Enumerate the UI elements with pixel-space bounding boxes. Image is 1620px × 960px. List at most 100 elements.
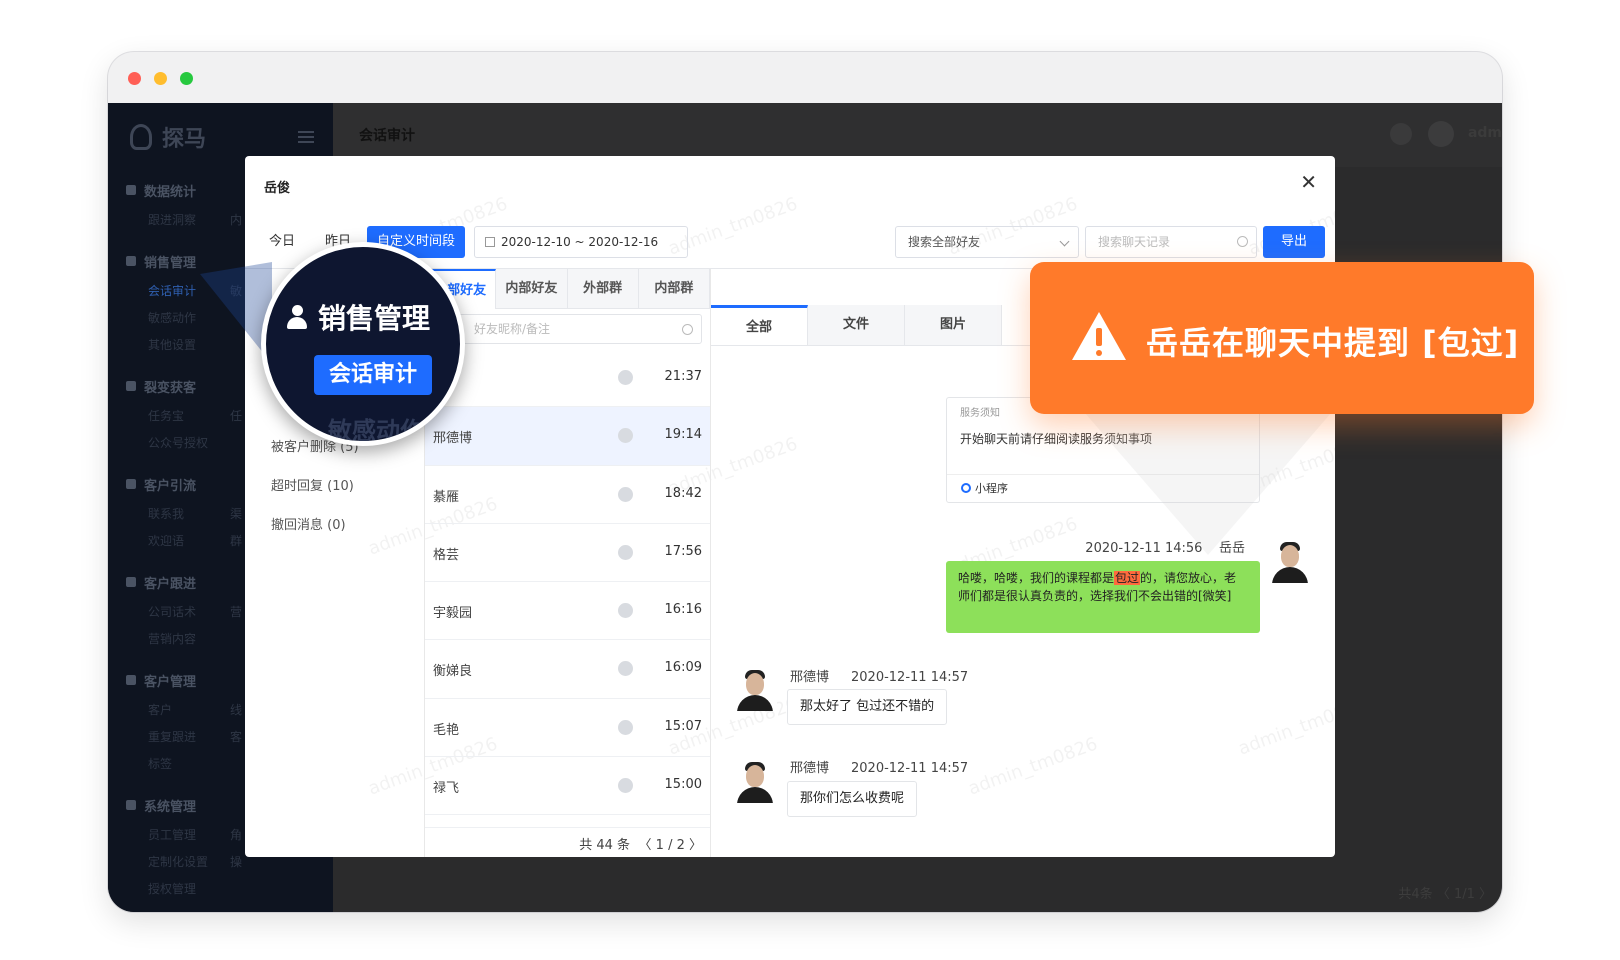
list-item[interactable]: 邢德博 19:14: [425, 407, 710, 466]
logo-icon: [130, 124, 152, 150]
sidebar-item-label: 员工管理: [148, 828, 197, 842]
received-message-bubble: 那太好了 包过还不错的: [787, 689, 948, 725]
warning-exclamation-icon: [1094, 328, 1104, 358]
person-icon: [286, 305, 308, 329]
avatar-body: [737, 787, 773, 803]
keyword-highlight: 包过: [1114, 571, 1141, 585]
session-audit-button[interactable]: 会话审计: [314, 355, 432, 395]
brand-logo: 探马: [130, 121, 206, 153]
today-button[interactable]: 今日: [259, 226, 305, 258]
contact-name: 宇毅园: [433, 606, 473, 622]
mini-program-icon: [961, 483, 971, 493]
list-item[interactable]: 毛艳 15:07: [425, 699, 710, 758]
nav-group-label: 客户引流: [144, 478, 197, 494]
message-text: 哈喽，哈喽，我们的课程都是: [958, 571, 1115, 585]
sidebar-item-label: 标签: [148, 757, 173, 771]
nav-group-label: 系统管理: [144, 799, 197, 815]
nav-group-label: 客户管理: [144, 674, 197, 690]
sidebar-item-label: 跟进洞察: [148, 213, 197, 227]
message-meta: 邢德博 2020-12-11 14:57: [790, 757, 968, 776]
list-item[interactable]: 宇毅园 16:16: [425, 582, 710, 641]
tab-images[interactable]: 图片: [905, 305, 1002, 345]
avatar-head: [746, 765, 764, 787]
minimize-window-icon[interactable]: [154, 72, 167, 85]
route-icon: [126, 479, 136, 489]
message-sender: 邢德博: [790, 761, 830, 776]
message-time: 2020-12-11 14:57: [851, 761, 969, 776]
pagination-pages[interactable]: 〈 1 / 2 〉: [639, 834, 702, 853]
list-item[interactable]: 綦雁 18:42: [425, 466, 710, 524]
card-label: 服务须知: [960, 408, 1000, 419]
card-footer-label: 小程序: [975, 482, 1008, 495]
received-message-bubble: 那你们怎么收费呢: [787, 781, 918, 817]
sidebar-item-auth[interactable]: 授权管理: [108, 876, 333, 903]
message-time: 2020-12-11 14:57: [851, 670, 969, 685]
category-item[interactable]: 撤回消息 (0): [271, 506, 359, 545]
contact-name: 邢德博: [433, 431, 473, 447]
category-item[interactable]: 超时回复 (10): [271, 467, 359, 506]
sidebar-item-label: 敏感动作: [148, 311, 197, 325]
list-item[interactable]: 21:37: [425, 349, 710, 408]
contact-name: 禄飞: [433, 781, 460, 797]
settings-icon: [126, 800, 136, 810]
avatar: [733, 667, 777, 711]
calendar-icon: [485, 237, 495, 247]
contact-search-input[interactable]: 好友昵称/备注: [433, 314, 702, 344]
sidebar-item-label: 联系我: [148, 507, 185, 521]
check-icon: [618, 719, 633, 735]
tab-all[interactable]: 全部: [711, 305, 808, 345]
tab-files[interactable]: 文件: [808, 305, 905, 345]
contact-pagination: 共 44 条 〈 1 / 2 〉: [425, 827, 710, 857]
avatar-body: [737, 695, 773, 711]
sidebar-item-label: 客户: [148, 703, 173, 717]
contact-time: 16:09: [664, 660, 702, 676]
sidebar-item-label: 其他设置: [148, 338, 197, 352]
list-item[interactable]: 格芸 17:56: [425, 524, 710, 583]
date-range-picker[interactable]: 2020-12-10 ~ 2020-12-16: [474, 226, 688, 258]
close-icon[interactable]: ✕: [1300, 170, 1317, 194]
dialog-title: 岳俊: [264, 181, 291, 196]
check-icon: [618, 603, 633, 619]
check-icon: [618, 661, 633, 677]
message-meta: 邢德博 2020-12-11 14:57: [790, 666, 968, 685]
list-item[interactable]: 衡娣良 16:09: [425, 640, 710, 699]
contact-time: 17:56: [664, 543, 702, 559]
help-icon[interactable]: [1390, 123, 1412, 145]
contact-name: 格芸: [433, 547, 460, 563]
friends-select[interactable]: 搜索全部好友: [895, 226, 1079, 258]
tab-external-groups[interactable]: 外部群: [568, 269, 639, 309]
target-icon: [126, 577, 136, 587]
sidebar-item-label: 公众号授权: [148, 436, 209, 450]
close-window-icon[interactable]: [128, 72, 141, 85]
check-icon: [618, 778, 633, 794]
share-icon: [126, 381, 136, 391]
tab-internal-groups[interactable]: 内部群: [639, 269, 710, 309]
search-placeholder: 搜索聊天记录: [1098, 235, 1171, 249]
check-icon: [618, 544, 633, 560]
user-avatar-icon[interactable]: [1428, 121, 1454, 147]
list-item[interactable]: 禄飞 15:00: [425, 757, 710, 816]
sent-message-bubble: 哈喽，哈喽，我们的课程都是包过的，请您放心，老师们都是很认真负责的，选择我们不会…: [946, 561, 1260, 633]
avatar: [733, 759, 777, 803]
maximize-window-icon[interactable]: [180, 72, 193, 85]
chat-search-input[interactable]: 搜索聊天记录: [1085, 226, 1257, 258]
nav-group-label: 裂变获客: [144, 380, 197, 396]
menu-collapse-icon[interactable]: [298, 131, 314, 143]
contact-time: 16:16: [664, 602, 702, 618]
alert-text: 岳岳在聊天中提到 [包过]: [1146, 324, 1520, 362]
window-controls: [128, 72, 193, 85]
nav-group-label: 销售管理: [144, 255, 197, 271]
user-name[interactable]: adm: [1468, 125, 1502, 141]
export-button[interactable]: 导出: [1263, 226, 1325, 258]
user-icon: [126, 256, 136, 266]
sidebar-item-label: 会话审计: [148, 284, 197, 298]
message-sender: 邢德博: [790, 670, 830, 685]
contact-tabs: 外部好友 内部好友 外部群 内部群: [425, 269, 710, 309]
sidebar-item-label: 授权管理: [148, 882, 197, 896]
contact-name: 衡娣良: [433, 664, 473, 680]
tab-internal-friends[interactable]: 内部好友: [496, 269, 568, 309]
contact-time: 19:14: [664, 427, 702, 443]
check-icon: [618, 370, 633, 385]
page-title: 会话审计: [359, 128, 415, 144]
contact-time: 15:00: [664, 777, 702, 793]
